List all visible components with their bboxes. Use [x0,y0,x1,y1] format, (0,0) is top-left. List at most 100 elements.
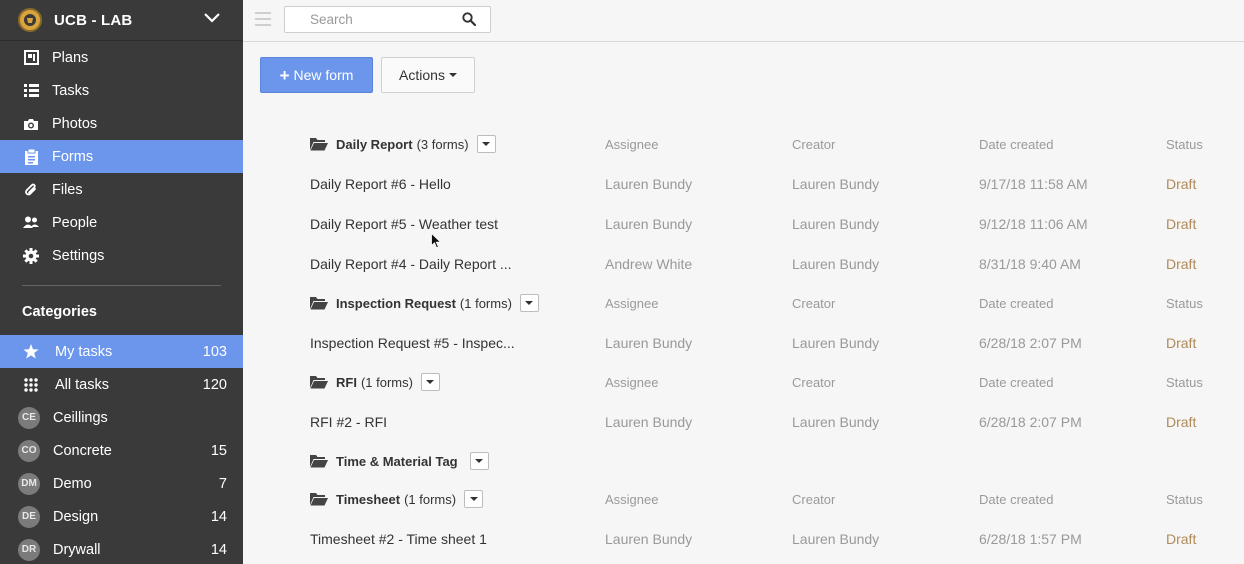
sidebar-item-people[interactable]: People [0,206,243,239]
column-header-creator[interactable]: Creator [792,283,835,323]
column-header-creator[interactable]: Creator [792,362,835,402]
sidebar-item-label: Tasks [52,82,90,99]
form-status: Draft [1166,216,1197,232]
form-row[interactable]: Daily Report #4 - Daily Report ... Andre… [243,244,1244,284]
sidebar-item-photos[interactable]: Photos [0,107,243,140]
sidebar: UCB - LAB Plans Tasks Photos Forms Files [0,0,243,564]
form-name[interactable]: Daily Report #4 - Daily Report ... [310,244,512,284]
column-header-assignee[interactable]: Assignee [605,479,658,519]
column-header-status[interactable]: Status [1166,479,1203,519]
sidebar-item-label: Plans [52,49,89,66]
group-count: (3 forms) [416,136,469,152]
search-input[interactable] [285,7,455,32]
caret-down-icon [525,301,534,305]
column-header-assignee[interactable]: Assignee [605,283,658,323]
folder-open-icon[interactable] [310,137,328,151]
sidebar-item-label: Files [52,181,83,198]
form-creator: Lauren Bundy [792,531,880,547]
group-dropdown-button[interactable] [469,452,489,470]
new-form-button[interactable]: + New form [260,57,373,93]
sidebar-item-tasks[interactable]: Tasks [0,74,243,107]
form-date: 8/31/18 9:40 AM [979,256,1081,272]
category-concrete[interactable]: CO Concrete 15 [0,434,243,467]
caret-down-icon [475,459,484,463]
form-row[interactable]: RFI #2 - RFI Lauren Bundy Lauren Bundy 6… [243,402,1244,442]
menu-icon[interactable] [255,12,271,26]
category-my-tasks[interactable]: My tasks 103 [0,335,243,368]
category-ceillings[interactable]: CE Ceillings [0,401,243,434]
group-dropdown-button[interactable] [519,294,539,312]
chevron-down-icon[interactable] [203,11,221,29]
folder-open-icon[interactable] [310,296,328,310]
group-name[interactable]: Daily Report [336,137,413,152]
group-name[interactable]: RFI [336,375,357,390]
category-count: 7 [218,475,227,492]
column-header-date-created[interactable]: Date created [979,479,1053,519]
column-header-status[interactable]: Status [1166,283,1203,323]
folder-open-icon[interactable] [310,492,328,506]
search-icon[interactable] [462,12,477,31]
sidebar-item-settings[interactable]: Settings [0,239,243,272]
category-label: Demo [53,475,92,492]
actions-button[interactable]: Actions [381,57,475,93]
sidebar-item-label: Forms [52,148,94,165]
form-row[interactable]: Daily Report #5 - Weather test Lauren Bu… [243,204,1244,244]
paperclip-icon [22,181,40,199]
form-assignee: Lauren Bundy [605,335,693,351]
group-dropdown-button[interactable] [476,135,496,153]
form-row[interactable]: Timesheet #2 - Time sheet 1 Lauren Bundy… [243,519,1244,559]
form-name[interactable]: RFI #2 - RFI [310,402,387,442]
form-assignee: Andrew White [605,256,693,272]
group-header-time-material-tag: Time & Material Tag [243,441,1244,481]
form-status: Draft [1166,414,1197,430]
column-header-creator[interactable]: Creator [792,479,835,519]
column-header-status[interactable]: Status [1166,124,1203,164]
project-logo-icon [18,8,42,32]
group-header-timesheet: Timesheet (1 forms) Assignee Creator Dat… [243,479,1244,519]
folder-open-icon[interactable] [310,454,328,468]
category-design[interactable]: DE Design 14 [0,500,243,533]
category-demo[interactable]: DM Demo 7 [0,467,243,500]
form-name[interactable]: Daily Report #6 - Hello [310,164,451,204]
sidebar-item-forms[interactable]: Forms [0,140,243,173]
forms-icon [22,148,40,166]
sidebar-item-files[interactable]: Files [0,173,243,206]
form-date: 6/28/18 2:07 PM [979,335,1082,351]
caret-down-icon [448,73,457,77]
folder-open-icon[interactable] [310,375,328,389]
group-name[interactable]: Time & Material Tag [336,454,458,469]
category-badge: CE [18,406,40,429]
column-header-date-created[interactable]: Date created [979,283,1053,323]
project-switcher[interactable]: UCB - LAB [0,0,243,41]
sidebar-item-label: Settings [52,247,105,264]
new-form-label: New form [293,67,354,83]
form-status: Draft [1166,256,1197,272]
group-count: (1 forms) [459,295,512,311]
category-count: 120 [202,376,227,393]
camera-icon [22,115,40,133]
form-name[interactable]: Inspection Request #5 - Inspec... [310,323,515,363]
form-name[interactable]: Daily Report #5 - Weather test [310,204,498,244]
plans-icon [22,49,40,67]
group-name[interactable]: Timesheet [336,492,400,507]
column-header-assignee[interactable]: Assignee [605,124,658,164]
category-all-tasks[interactable]: All tasks 120 [0,368,243,401]
sidebar-item-label: People [52,214,98,231]
group-name[interactable]: Inspection Request [336,296,456,311]
sidebar-item-plans[interactable]: Plans [0,41,243,74]
column-header-assignee[interactable]: Assignee [605,362,658,402]
group-dropdown-button[interactable] [464,490,484,508]
category-label: Drywall [53,541,101,558]
group-dropdown-button[interactable] [420,373,440,391]
column-header-date-created[interactable]: Date created [979,362,1053,402]
column-header-creator[interactable]: Creator [792,124,835,164]
caret-down-icon [426,380,435,384]
column-header-status[interactable]: Status [1166,362,1203,402]
column-header-date-created[interactable]: Date created [979,124,1053,164]
form-name[interactable]: Timesheet #2 - Time sheet 1 [310,519,487,559]
form-row[interactable]: Daily Report #6 - Hello Lauren Bundy Lau… [243,164,1244,204]
category-drywall[interactable]: DR Drywall 14 [0,533,243,564]
form-status: Draft [1166,335,1197,351]
form-creator: Lauren Bundy [792,176,880,192]
form-row[interactable]: Inspection Request #5 - Inspec... Lauren… [243,323,1244,363]
